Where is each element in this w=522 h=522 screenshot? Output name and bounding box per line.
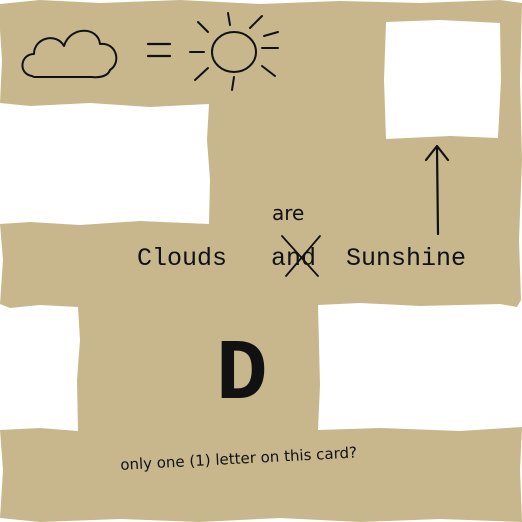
phrase-word-sunshine: Sunshine — [346, 244, 466, 273]
big-letter: D — [216, 326, 268, 424]
puzzle-card: Clouds and are Sunshine D only one (1) l… — [0, 0, 522, 522]
phrase-word-clouds: Clouds — [137, 244, 227, 273]
blank-window-top-right — [384, 20, 501, 139]
card-canvas: Clouds and are Sunshine D only one (1) l… — [0, 0, 522, 522]
phrase-inserted-word: are — [272, 201, 304, 225]
